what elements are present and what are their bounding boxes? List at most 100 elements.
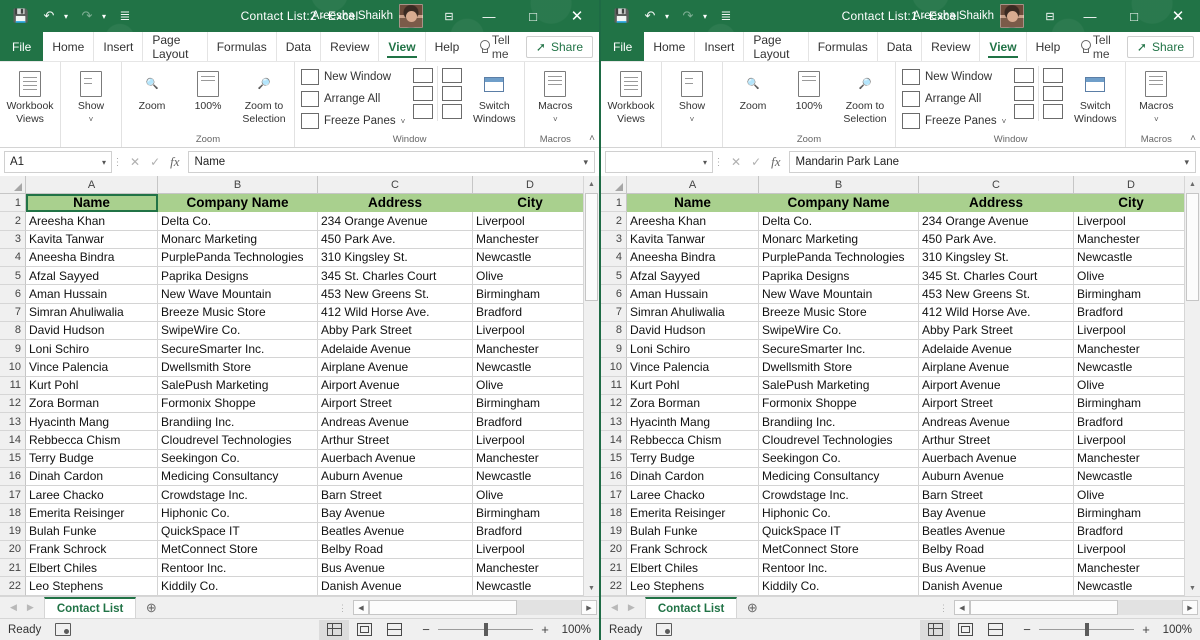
cell-B2[interactable]: Delta Co.	[158, 212, 318, 231]
cell-a1[interactable]: Name	[26, 194, 158, 213]
cell-b1[interactable]: Company Name	[759, 194, 919, 213]
cell-A6[interactable]: Aman Hussain	[26, 285, 158, 304]
tab-data[interactable]: Data	[878, 32, 923, 61]
table-row[interactable]: 10 Vince Palencia Dwellsmith Store Airplane…	[0, 358, 583, 377]
cell-D13[interactable]: Bradford	[473, 413, 583, 432]
row-header-9[interactable]: 9	[0, 340, 26, 359]
table-row[interactable]: 11 Kurt Pohl SalePush Marketing Airport Ave…	[601, 376, 1184, 395]
row-header-13[interactable]: 13	[601, 413, 627, 432]
excel-window-right[interactable]: 💾 ↶ ▾ ↷ ▾ ≣ Contact List:1 - Excel Arees…	[600, 0, 1200, 640]
tab-help[interactable]: Help	[426, 32, 469, 61]
table-row[interactable]: 2 Areesha Khan Delta Co. 234 Orange Avenue L…	[601, 212, 1184, 231]
cell-D16[interactable]: Newcastle	[1074, 467, 1184, 486]
zoom-out-button[interactable]: −	[421, 622, 431, 637]
tab-view[interactable]: View	[980, 32, 1027, 61]
cell-C10[interactable]: Airplane Avenue	[919, 358, 1074, 377]
cell-B8[interactable]: SwipeWire Co.	[158, 321, 318, 340]
cell-B14[interactable]: Cloudrevel Technologies	[158, 431, 318, 450]
cell-D10[interactable]: Newcastle	[473, 358, 583, 377]
cell-A11[interactable]: Kurt Pohl	[26, 376, 158, 395]
horizontal-scroll-thumb[interactable]	[369, 600, 517, 615]
cell-D11[interactable]: Olive	[473, 376, 583, 395]
table-row[interactable]: 11 Kurt Pohl SalePush Marketing Airport Ave…	[0, 376, 583, 395]
name-box-left[interactable]: A1 ▾	[4, 151, 112, 173]
table-row[interactable]: 8 David Hudson SwipeWire Co. Abby Park Stre…	[0, 321, 583, 340]
select-all-corner[interactable]	[601, 176, 627, 194]
cell-A13[interactable]: Hyacinth Mang	[26, 413, 158, 432]
cell-B6[interactable]: New Wave Mountain	[759, 285, 919, 304]
cell-C5[interactable]: 345 St. Charles Court	[318, 267, 473, 286]
tell-me-box[interactable]: Tell me	[1069, 32, 1127, 61]
page-break-preview-button[interactable]	[379, 620, 409, 640]
cell-A16[interactable]: Dinah Cardon	[26, 467, 158, 486]
quick-access-toolbar-left[interactable]: 💾 ↶ ▾ ↷ ▾ ≣	[0, 4, 138, 28]
row-header-7[interactable]: 7	[0, 303, 26, 322]
enter-formula-icon[interactable]: ✓	[150, 155, 160, 169]
undo-icon[interactable]: ↶	[637, 4, 663, 28]
workbook-views-button[interactable]: Workbook Views	[2, 66, 58, 125]
row-header-21[interactable]: 21	[0, 559, 26, 578]
scroll-down-icon[interactable]: ▼	[1184, 580, 1200, 596]
cell-d1[interactable]: City	[473, 194, 583, 213]
avatar[interactable]	[1000, 4, 1024, 28]
insert-function-icon[interactable]: fx	[771, 154, 780, 170]
collapse-ribbon-icon[interactable]: ˄	[1190, 133, 1196, 144]
cell-B17[interactable]: Crowdstage Inc.	[158, 486, 318, 505]
sheet-tab-contact-list[interactable]: Contact List	[43, 597, 137, 618]
tab-data[interactable]: Data	[277, 32, 322, 61]
name-box-dropdown-icon[interactable]: ▾	[102, 158, 106, 167]
cell-b1[interactable]: Company Name	[158, 194, 318, 213]
hscroll-left-icon[interactable]: ◀	[353, 600, 369, 615]
cell-C2[interactable]: 234 Orange Avenue	[919, 212, 1074, 231]
cell-D19[interactable]: Bradford	[473, 522, 583, 541]
zoom-slider[interactable]	[438, 622, 533, 636]
row-header-18[interactable]: 18	[601, 504, 627, 523]
split-icon[interactable]	[413, 68, 434, 83]
cell-C16[interactable]: Auburn Avenue	[919, 467, 1074, 486]
ribbon-tabs-left[interactable]: File Home Insert Page Layout Formulas Da…	[0, 32, 599, 62]
formula-input-left[interactable]: Name ▾	[187, 151, 595, 173]
formula-bar-left[interactable]: A1 ▾ ⋮ ✕ ✓ fx Name ▾	[0, 148, 599, 176]
minimize-button[interactable]: —	[467, 0, 511, 32]
cell-D11[interactable]: Olive	[1074, 376, 1184, 395]
cell-A19[interactable]: Bulah Funke	[627, 522, 759, 541]
account-name-right[interactable]: Areesha Shaikh	[913, 10, 994, 22]
row-header-1[interactable]: 1	[0, 194, 26, 213]
row-header-21[interactable]: 21	[601, 559, 627, 578]
cell-C14[interactable]: Arthur Street	[919, 431, 1074, 450]
name-box-dropdown-icon[interactable]: ▾	[703, 158, 707, 167]
vertical-scroll-track[interactable]	[583, 192, 599, 580]
column-header-a[interactable]: A	[627, 176, 759, 194]
cell-D21[interactable]: Manchester	[473, 559, 583, 578]
sheet-prev-icon[interactable]: ◀	[611, 602, 618, 613]
cell-A16[interactable]: Dinah Cardon	[627, 467, 759, 486]
table-row[interactable]: 5 Afzal Sayyed Paprika Designs 345 St. Char…	[601, 267, 1184, 286]
cell-B6[interactable]: New Wave Mountain	[158, 285, 318, 304]
table-row[interactable]: 13 Hyacinth Mang Brandiing Inc. Andreas Ave…	[0, 413, 583, 432]
cell-C21[interactable]: Bus Avenue	[919, 559, 1074, 578]
cell-D12[interactable]: Birmingham	[1074, 394, 1184, 413]
cell-B14[interactable]: Cloudrevel Technologies	[759, 431, 919, 450]
cell-B16[interactable]: Medicing Consultancy	[759, 467, 919, 486]
sheet-nav-arrows[interactable]: ◀ ▶	[0, 597, 44, 618]
row-header-2[interactable]: 2	[0, 212, 26, 231]
zoom-to-selection-button[interactable]: 🔎 Zoom to Selection	[837, 66, 893, 125]
cell-a1[interactable]: Name	[627, 194, 759, 213]
table-row[interactable]: 16 Dinah Cardon Medicing Consultancy Auburn…	[601, 467, 1184, 486]
cell-D8[interactable]: Liverpool	[1074, 321, 1184, 340]
cell-A5[interactable]: Afzal Sayyed	[627, 267, 759, 286]
table-row[interactable]: 8 David Hudson SwipeWire Co. Abby Park Stre…	[601, 321, 1184, 340]
cell-D18[interactable]: Birmingham	[1074, 504, 1184, 523]
record-macro-icon[interactable]	[656, 623, 673, 636]
cell-C15[interactable]: Auerbach Avenue	[919, 449, 1074, 468]
table-row[interactable]: 14 Rebbecca Chism Cloudrevel Technologies A…	[0, 431, 583, 450]
split-icon[interactable]	[1014, 68, 1035, 83]
zoom-in-button[interactable]: +	[540, 622, 550, 637]
cell-C17[interactable]: Barn Street	[919, 486, 1074, 505]
expand-formula-bar-icon[interactable]: ▾	[583, 157, 588, 168]
cell-D3[interactable]: Manchester	[1074, 230, 1184, 249]
page-layout-view-button[interactable]	[950, 620, 980, 640]
table-row[interactable]: 17 Laree Chacko Crowdstage Inc. Barn Street…	[601, 486, 1184, 505]
row-header-20[interactable]: 20	[0, 540, 26, 559]
cell-D15[interactable]: Manchester	[473, 449, 583, 468]
